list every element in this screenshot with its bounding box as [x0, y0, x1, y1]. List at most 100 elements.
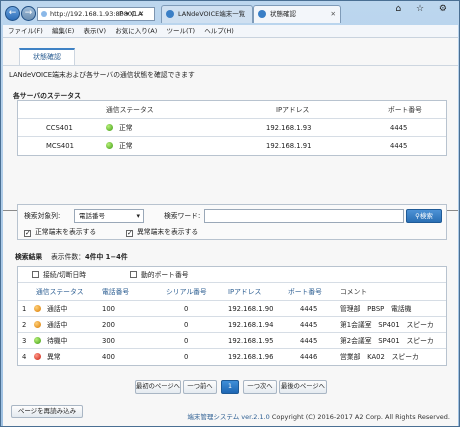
server-status-table: 通信ステータス IPアドレス ポート番号 CCS401 正常 192.168.1… — [17, 100, 447, 156]
row-ip: 192.168.1.95 — [228, 337, 274, 345]
col-status[interactable]: 通信ステータス — [36, 283, 84, 301]
col-ip: IPアドレス — [276, 106, 310, 114]
show-abnormal-checkbox[interactable]: ✓ 異常端末を表示する — [126, 225, 198, 239]
browser-tab-status[interactable]: 状態確認 ✕ — [253, 5, 341, 23]
row-number: 3 — [22, 337, 27, 345]
close-tab-icon[interactable]: ✕ — [331, 6, 336, 22]
row-port: 4446 — [300, 353, 318, 361]
row-number: 2 — [22, 321, 27, 329]
col-phone[interactable]: 電話番号 — [102, 283, 129, 301]
browser-window: ← → http://192.168.1.93:8080/LA P ▾ C ✕ … — [0, 0, 460, 427]
tab-label: 状態確認 — [270, 10, 296, 18]
row-ip: 192.168.1.90 — [228, 305, 274, 313]
server-port: 4445 — [390, 142, 408, 150]
row-phone: 400 — [102, 353, 115, 361]
status-dot-icon — [34, 321, 41, 328]
results-count: 表示件数：4件中 1−4件 — [51, 250, 128, 264]
search-keyword-input[interactable] — [204, 209, 404, 223]
col-serial[interactable]: シリアル番号 — [166, 283, 207, 301]
page-icon — [41, 11, 47, 17]
col-port: ポート番号 — [388, 106, 422, 114]
table-row: MCS401 正常 192.168.1.91 4445 — [18, 137, 446, 155]
page-content: 状態確認 LANdeVOICE端末および各サーバの通信状態を確認できます 各サー… — [3, 38, 458, 426]
table-row[interactable]: 2 通話中 200 0 192.168.1.94 4445 第1会議室 SP40… — [18, 317, 446, 333]
connect-time-checkbox[interactable]: 接続/切断日時 — [32, 268, 86, 282]
row-ip: 192.168.1.94 — [228, 321, 274, 329]
row-status: 異常 — [47, 353, 61, 361]
row-status: 待機中 — [47, 337, 68, 345]
product-name: 端末管理システム — [187, 413, 240, 421]
row-port: 4445 — [300, 305, 318, 313]
server-name: CCS401 — [46, 124, 73, 132]
table-row[interactable]: 3 待機中 300 0 192.168.1.95 4445 第2会議室 SP40… — [18, 333, 446, 349]
search-target-label: 検索対象列: — [24, 212, 61, 220]
reload-page-button[interactable]: ページを再読み込み — [11, 405, 83, 418]
menu-bar: ファイル(F) 編集(E) 表示(V) お気に入り(A) ツール(T) ヘルプ(… — [3, 25, 458, 38]
show-normal-checkbox[interactable]: ✓ 正常端末を表示する — [24, 225, 96, 239]
menu-edit[interactable]: 編集(E) — [52, 25, 74, 38]
col-port[interactable]: ポート番号 — [288, 283, 322, 301]
menu-help[interactable]: ヘルプ(H) — [204, 25, 233, 38]
search-panel: 検索対象列: 電話番号 ▾ 検索ワード: ⚲検索 ✓ 正常端末を表示する ✓ 異常端… — [17, 204, 447, 240]
results-heading: 検索結果 — [15, 253, 43, 261]
search-keyword-label: 検索ワード: — [164, 212, 201, 220]
tab-status-check[interactable]: 状態確認 — [19, 48, 75, 66]
dynamic-port-checkbox[interactable]: 動的ポート番号 — [130, 268, 189, 282]
row-phone: 200 — [102, 321, 115, 329]
server-port: 4445 — [390, 124, 408, 132]
row-port: 4445 — [300, 337, 318, 345]
tab-divider — [3, 65, 458, 66]
back-button[interactable]: ← — [5, 6, 20, 21]
row-status: 通話中 — [47, 305, 68, 313]
table-row: CCS401 正常 192.168.1.93 4445 — [18, 119, 446, 137]
menu-tools[interactable]: ツール(T) — [167, 25, 196, 38]
search-button[interactable]: ⚲検索 — [406, 209, 442, 223]
status-dot-icon — [34, 337, 41, 344]
row-serial: 0 — [184, 337, 189, 345]
status-dot-icon — [106, 124, 113, 131]
row-comment: 第2会議室 SP401 スピーカ — [340, 337, 434, 345]
search-target-value: 電話番号 — [79, 212, 105, 220]
forward-button[interactable]: → — [21, 6, 36, 21]
page-description: LANdeVOICE端末および各サーバの通信状態を確認できます — [9, 71, 195, 79]
browser-controls[interactable]: ⌂ ☆ ⚙ — [395, 4, 453, 14]
show-abnormal-label: 異常端末を表示する — [137, 228, 199, 236]
current-page-button[interactable]: 1 — [221, 380, 239, 394]
first-page-button[interactable]: 最初のページへ — [135, 380, 181, 394]
row-port: 4445 — [300, 321, 318, 329]
browser-tab-list[interactable]: LANdeVOICE端末一覧 — [161, 5, 253, 23]
menu-file[interactable]: ファイル(F) — [8, 25, 43, 38]
browser-toolbar: ← → http://192.168.1.93:8080/LA P ▾ C ✕ … — [1, 1, 459, 25]
row-serial: 0 — [184, 321, 189, 329]
col-ip[interactable]: IPアドレス — [228, 283, 261, 301]
results-table: 接続/切断日時 動的ポート番号 通信ステータス 電話番号 シリアル番号 IPアド… — [17, 266, 447, 366]
menu-view[interactable]: 表示(V) — [83, 25, 106, 38]
row-phone: 300 — [102, 337, 115, 345]
row-number: 4 — [22, 353, 27, 361]
row-number: 1 — [22, 305, 27, 313]
chevron-down-icon: ▾ — [136, 212, 140, 220]
server-ip: 192.168.1.93 — [266, 124, 312, 132]
checkbox-icon — [130, 271, 137, 278]
row-serial: 0 — [184, 305, 189, 313]
row-ip: 192.168.1.96 — [228, 353, 274, 361]
address-buttons[interactable]: P ▾ C ✕ — [119, 7, 144, 21]
row-comment: 管理部 PBSP 電話機 — [340, 305, 412, 313]
last-page-button[interactable]: 最後のページへ — [279, 380, 327, 394]
prev-page-button[interactable]: 一つ前へ — [183, 380, 217, 394]
search-target-select[interactable]: 電話番号 ▾ — [74, 209, 144, 223]
menu-favorites[interactable]: お気に入り(A) — [115, 25, 157, 38]
tab-label: LANdeVOICE端末一覧 — [178, 10, 246, 18]
col-status: 通信ステータス — [106, 106, 154, 114]
show-normal-label: 正常端末を表示する — [35, 228, 97, 236]
table-row[interactable]: 4 異常 400 0 192.168.1.96 4446 営業部 KA02 スピ… — [18, 349, 446, 365]
col-comment: コメント — [340, 288, 368, 296]
search-button-label: 検索 — [419, 212, 433, 220]
server-name: MCS401 — [46, 142, 74, 150]
results-count-value: 4件中 1−4件 — [84, 253, 128, 261]
footer-copyright: 端末管理システム ver.2.1.0 Copyright (C) 2016-20… — [187, 411, 450, 421]
row-comment: 営業部 KA02 スピーカ — [340, 353, 419, 361]
next-page-button[interactable]: 一つ次へ — [243, 380, 277, 394]
ie-icon — [166, 10, 174, 18]
table-row[interactable]: 1 通話中 100 0 192.168.1.90 4445 管理部 PBSP 電… — [18, 301, 446, 317]
